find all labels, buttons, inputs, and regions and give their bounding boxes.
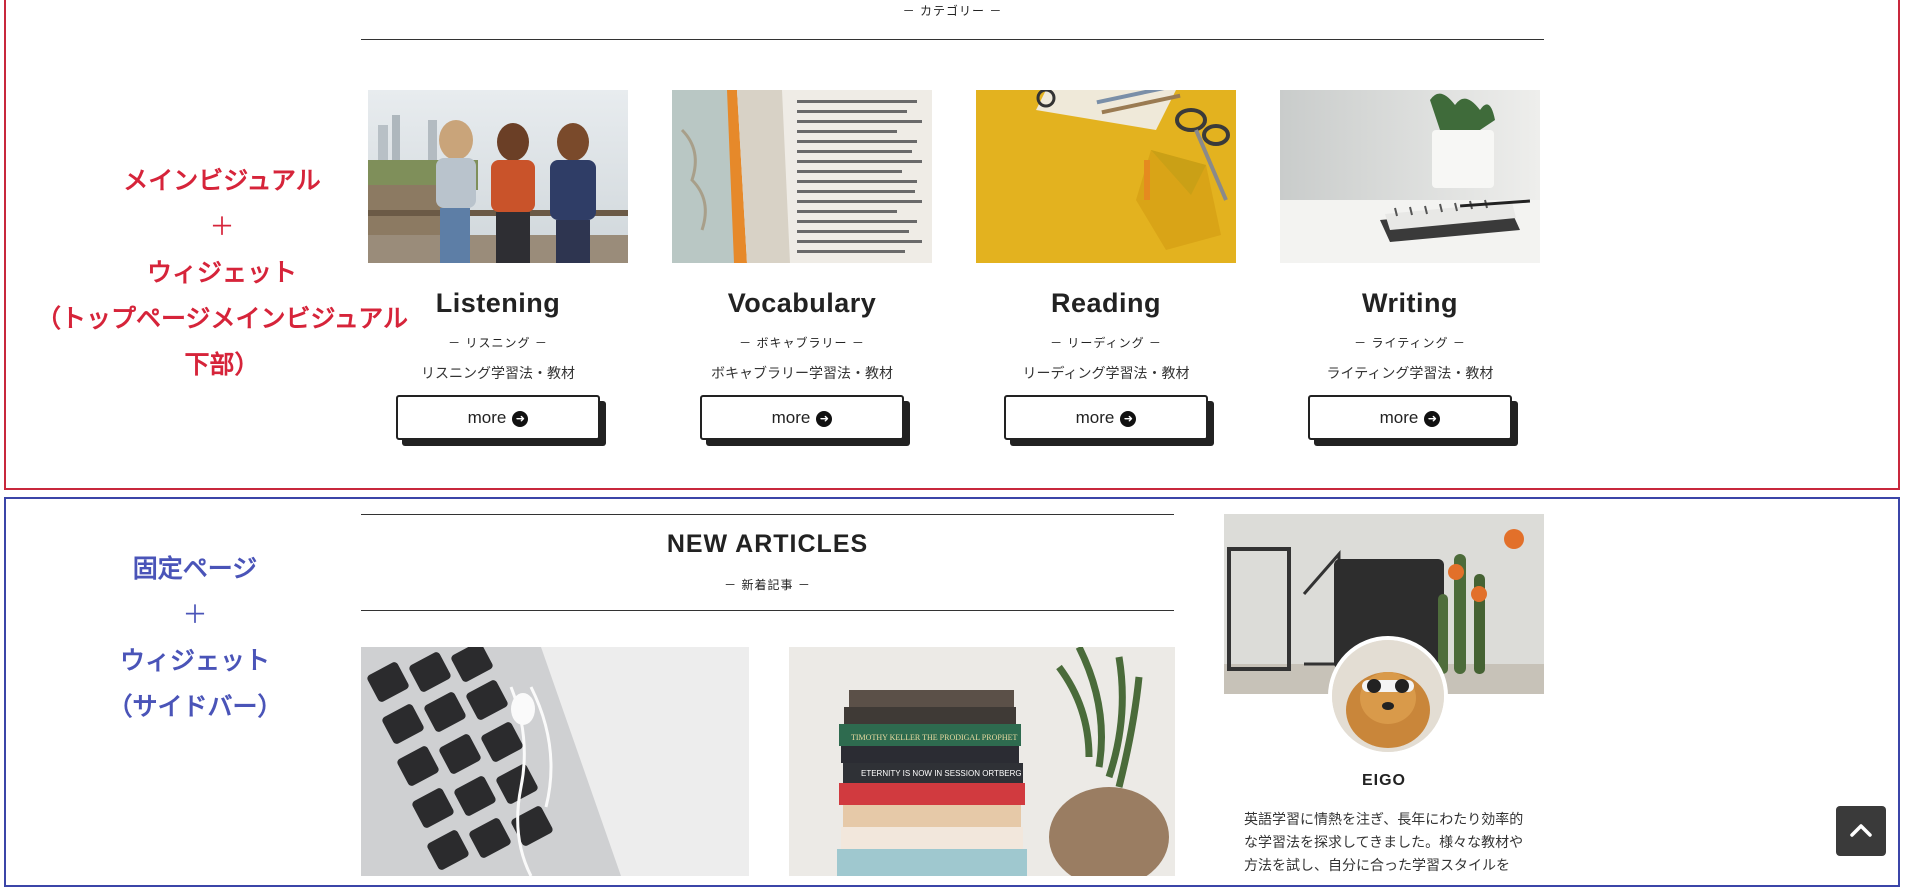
- annotation-line: （サイドバー）: [107, 692, 283, 721]
- dictionary-photo[interactable]: [672, 90, 932, 263]
- card-title[interactable]: Vocabulary: [672, 288, 932, 319]
- annotation-line: ウィジェット: [146, 258, 297, 287]
- profile-description: 英語学習に情熱を注ぎ、長年にわたり効率的な学習法を探求してきました。様々な教材や…: [1244, 811, 1524, 873]
- annotation-plus: ＋: [182, 600, 208, 629]
- notebook-photo[interactable]: [1280, 90, 1540, 263]
- book-spine-text: ETERNITY IS NOW IN SESSION ORTBERG: [861, 769, 1022, 778]
- profile-name: EIGO: [1361, 772, 1406, 789]
- more-button-label: more: [1075, 408, 1115, 427]
- new-articles-title: NEW ARTICLES: [666, 530, 869, 558]
- arrow-right-circle-icon: ➜: [1424, 411, 1441, 427]
- arrow-right-circle-icon: ➜: [1120, 411, 1137, 427]
- arrow-right-circle-icon: ➜: [512, 411, 529, 427]
- book-stack-photo: TIMOTHY KELLER THE PRODIGAL PROPHET ETER…: [789, 647, 1175, 876]
- card-subtitle: － ライティング －: [1354, 336, 1466, 350]
- card-description: リスニング学習法・教材: [421, 365, 575, 381]
- more-button-label: more: [467, 408, 507, 427]
- scroll-top-button[interactable]: [1836, 806, 1886, 856]
- more-button[interactable]: more ➜: [396, 395, 600, 440]
- card-description: ボキャブラリー学習法・教材: [711, 365, 893, 381]
- new-articles-bottom-divider: [361, 610, 1174, 611]
- category-card-vocabulary: Vocabulary － ボキャブラリー － ボキャブラリー学習法・教材 mor…: [672, 90, 932, 440]
- annotation-line: （トップページメインビジュアル下部）: [35, 304, 408, 379]
- card-subtitle: － リスニング －: [448, 336, 548, 350]
- category-divider: [361, 39, 1544, 40]
- card-title[interactable]: Listening: [368, 288, 628, 319]
- card-title[interactable]: Writing: [1280, 288, 1540, 319]
- arrow-right-circle-icon: ➜: [816, 411, 833, 427]
- annotation-line: 固定ページ: [132, 554, 258, 583]
- category-section-label: － カテゴリー －: [902, 4, 1003, 18]
- category-card-writing: Writing － ライティング － ライティング学習法・教材 more ➜: [1280, 90, 1540, 440]
- book-spine-text: TIMOTHY KELLER THE PRODIGAL PROPHET: [851, 733, 1017, 742]
- more-button[interactable]: more ➜: [1308, 395, 1512, 440]
- more-button[interactable]: more ➜: [1004, 395, 1208, 440]
- card-subtitle: － リーディング －: [1050, 336, 1162, 350]
- annotation-line: ウィジェット: [119, 646, 270, 675]
- more-button-label: more: [1379, 408, 1419, 427]
- card-description: ライティング学習法・教材: [1326, 365, 1494, 381]
- more-button[interactable]: more ➜: [700, 395, 904, 440]
- article-card-laptop[interactable]: [361, 647, 749, 876]
- annotation-note-sidebar: 固定ページ ＋ ウィジェット （サイドバー）: [80, 546, 310, 730]
- category-card-listening: Listening － リスニング － リスニング学習法・教材 more ➜: [368, 90, 628, 440]
- avatar[interactable]: [1328, 636, 1448, 756]
- annotation-note-main-visual: メインビジュアル ＋ ウィジェット （トップページメインビジュアル下部）: [30, 158, 414, 388]
- stationery-photo[interactable]: [976, 90, 1236, 263]
- new-articles-subtitle: － 新着記事 －: [724, 578, 811, 592]
- article-card-books[interactable]: TIMOTHY KELLER THE PRODIGAL PROPHET ETER…: [789, 647, 1175, 876]
- annotation-plus: ＋: [209, 212, 235, 241]
- laptop-earphones-photo: [361, 647, 749, 876]
- annotation-line: メインビジュアル: [123, 166, 321, 195]
- card-description: リーディング学習法・教材: [1022, 365, 1190, 381]
- new-articles-top-divider: [361, 514, 1174, 515]
- card-title[interactable]: Reading: [976, 288, 1236, 319]
- friends-walking-photo[interactable]: [368, 90, 628, 263]
- more-button-label: more: [771, 408, 811, 427]
- chevron-up-icon: [1850, 824, 1872, 837]
- category-card-reading: Reading － リーディング － リーディング学習法・教材 more ➜: [976, 90, 1236, 440]
- card-subtitle: － ボキャブラリー －: [739, 336, 865, 350]
